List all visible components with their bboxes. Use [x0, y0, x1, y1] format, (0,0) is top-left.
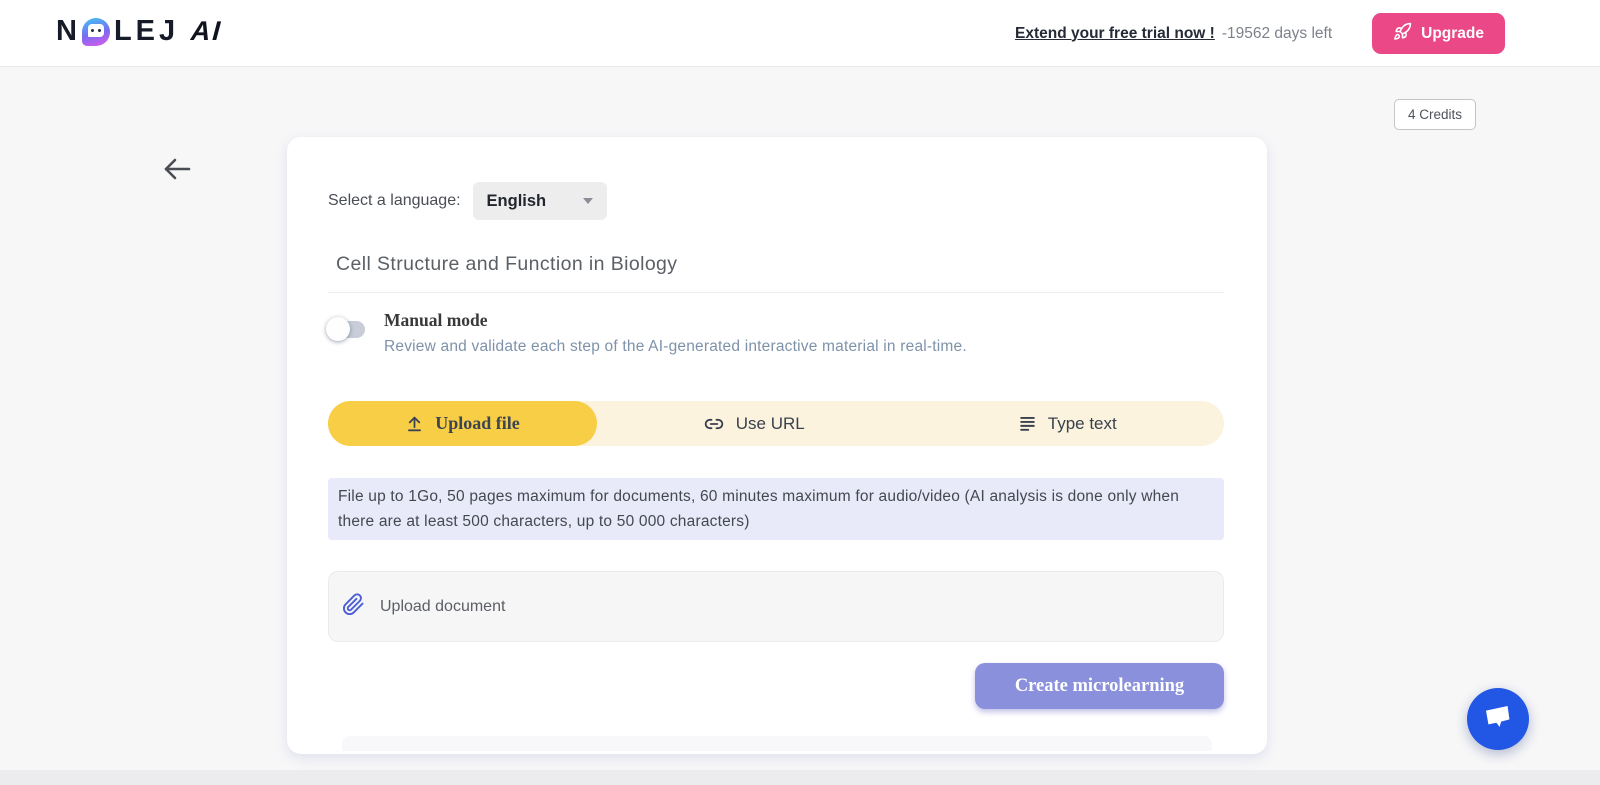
- manual-mode-row: Manual mode Review and validate each ste…: [326, 310, 967, 356]
- nolej-logo[interactable]: N LEJ AI: [56, 15, 224, 47]
- tab-type-text[interactable]: Type text: [911, 401, 1225, 446]
- card-footer-hint: [342, 736, 1212, 751]
- create-microlearning-button[interactable]: Create microlearning: [975, 663, 1224, 709]
- create-microlearning-card: Select a language: English Manual mode R…: [287, 137, 1267, 754]
- manual-mode-label: Manual mode: [384, 310, 488, 330]
- app-root: N LEJ AI Extend your free trial now ! -1…: [0, 0, 1600, 785]
- tab-type-text-label: Type text: [1047, 413, 1117, 433]
- bottom-scroll-track[interactable]: [0, 770, 1600, 785]
- paperclip-icon: [342, 592, 365, 621]
- upgrade-button[interactable]: Upgrade: [1372, 13, 1505, 54]
- link-icon: [703, 414, 725, 434]
- tab-use-url-label: Use URL: [735, 413, 805, 433]
- manual-mode-toggle[interactable]: [326, 313, 368, 343]
- logo-face-detail: [87, 23, 104, 37]
- chat-bubble-icon: [1481, 702, 1515, 737]
- toggle-knob: [326, 317, 350, 341]
- tab-use-url[interactable]: Use URL: [597, 401, 911, 446]
- tab-upload-file[interactable]: Upload file: [328, 401, 597, 446]
- chat-widget-button[interactable]: [1467, 688, 1529, 750]
- language-select[interactable]: English: [472, 182, 607, 220]
- upload-document-dropzone[interactable]: Upload document: [328, 571, 1224, 642]
- source-tabs: Upload file Use URL Type text: [328, 401, 1224, 446]
- back-arrow-icon: [161, 158, 193, 186]
- header-right-group: Extend your free trial now ! -19562 days…: [1015, 0, 1505, 67]
- chevron-down-icon: [582, 198, 593, 204]
- logo-text-ai: AI: [190, 16, 224, 46]
- text-lines-icon: [1018, 414, 1037, 433]
- language-row: Select a language: English: [328, 182, 607, 220]
- extend-trial-link[interactable]: Extend your free trial now !: [1015, 25, 1215, 43]
- language-label: Select a language:: [328, 192, 461, 209]
- rocket-icon: [1393, 22, 1412, 46]
- file-limits-info: File up to 1Go, 50 pages maximum for doc…: [328, 478, 1224, 540]
- upload-icon: [405, 414, 424, 434]
- logo-text-lej: LEJ: [113, 15, 180, 47]
- nolej-face-icon: [81, 17, 110, 46]
- manual-mode-description: Review and validate each step of the AI-…: [384, 338, 967, 355]
- upgrade-button-label: Upgrade: [1421, 24, 1484, 42]
- title-input[interactable]: [328, 237, 1224, 293]
- days-left-text: -19562 days left: [1221, 24, 1333, 42]
- top-bar: N LEJ AI Extend your free trial now ! -1…: [0, 0, 1600, 67]
- credits-badge: 4 Credits: [1393, 99, 1476, 130]
- tab-upload-file-label: Upload file: [435, 413, 520, 433]
- language-selected-value: English: [486, 191, 547, 210]
- logo-text-n: N: [56, 15, 81, 47]
- manual-mode-texts: Manual mode Review and validate each ste…: [384, 310, 967, 356]
- back-button[interactable]: [157, 150, 197, 190]
- upload-document-label: Upload document: [380, 597, 506, 615]
